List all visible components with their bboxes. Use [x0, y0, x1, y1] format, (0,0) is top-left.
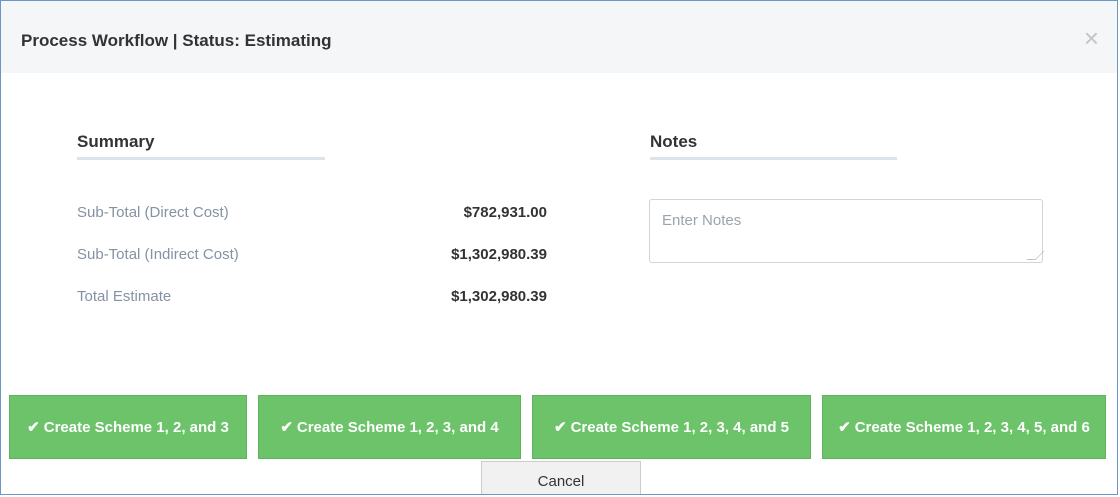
- resize-handle-icon[interactable]: [1026, 251, 1045, 260]
- button-label: Create Scheme 1, 2, 3, 4, 5, and 6: [854, 418, 1090, 436]
- modal-header: Process Workflow | Status: Estimating ×: [1, 1, 1117, 73]
- notes-placeholder: Enter Notes: [662, 212, 742, 229]
- workflow-modal: Process Workflow | Status: Estimating × …: [0, 0, 1118, 495]
- notes-textarea[interactable]: Enter Notes: [649, 199, 1045, 263]
- indirect-cost-value: $1,302,980.39: [451, 246, 547, 263]
- direct-cost-value: $782,931.00: [463, 204, 547, 221]
- cancel-button[interactable]: Cancel: [481, 461, 641, 494]
- check-icon: ✔: [27, 418, 40, 436]
- button-label: Create Scheme 1, 2, and 3: [43, 418, 229, 436]
- create-scheme-1234-button[interactable]: ✔ Create Scheme 1, 2, 3, and 4: [258, 395, 521, 459]
- check-icon: ✔: [553, 418, 567, 436]
- modal-title: Process Workflow | Status: Estimating: [21, 31, 332, 50]
- button-label: Create Scheme 1, 2, 3, 4, and 5: [570, 418, 790, 436]
- create-scheme-123456-button[interactable]: ✔ Create Scheme 1, 2, 3, 4, 5, and 6: [822, 395, 1106, 459]
- check-icon: ✔: [280, 418, 293, 436]
- indirect-cost-label: Sub-Total (Indirect Cost): [77, 246, 239, 263]
- summary-title: Summary: [77, 132, 155, 151]
- create-scheme-12345-button[interactable]: ✔ Create Scheme 1, 2, 3, 4, and 5: [532, 395, 811, 459]
- direct-cost-label: Sub-Total (Direct Cost): [77, 204, 229, 221]
- button-label: Create Scheme 1, 2, 3, and 4: [296, 418, 499, 436]
- check-icon: ✔: [838, 418, 851, 436]
- close-icon[interactable]: ×: [1084, 25, 1099, 51]
- notes-title: Notes: [650, 132, 698, 151]
- total-estimate-value: $1,302,980.39: [451, 288, 547, 305]
- summary-divider: [77, 157, 325, 160]
- create-scheme-123-button[interactable]: ✔ Create Scheme 1, 2, and 3: [9, 395, 247, 459]
- notes-divider: [650, 157, 897, 160]
- total-estimate-label: Total Estimate: [77, 288, 172, 305]
